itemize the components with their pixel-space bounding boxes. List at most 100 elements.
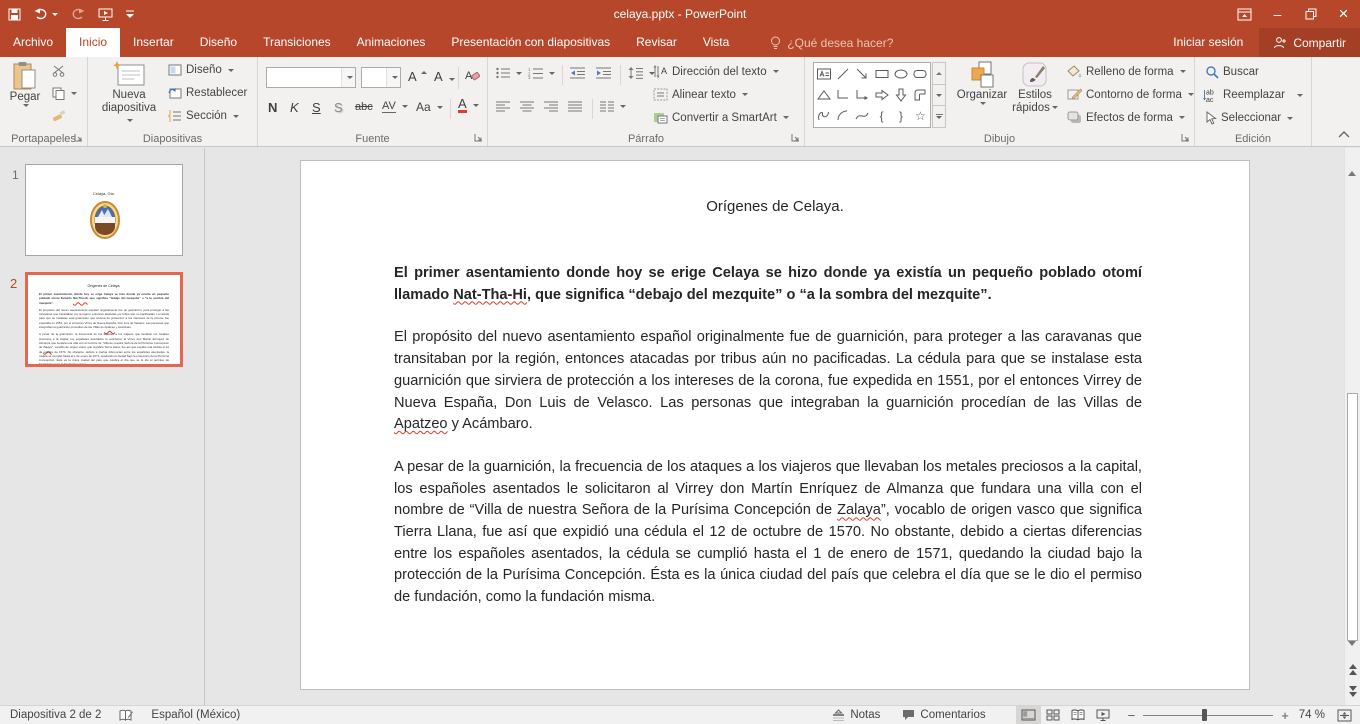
slide-indicator[interactable]: Diapositiva 2 de 2 bbox=[10, 709, 101, 721]
shape-right-brace-icon[interactable]: } bbox=[891, 106, 910, 127]
shape-arrow-icon[interactable] bbox=[853, 63, 872, 84]
shape-elbow-arrow-connector-icon[interactable] bbox=[853, 84, 872, 105]
shape-elbow-connector-icon[interactable] bbox=[833, 84, 852, 105]
justify-button[interactable] bbox=[568, 101, 582, 112]
tab-presentacion[interactable]: Presentación con diapositivas bbox=[438, 28, 623, 57]
convert-smartart-button[interactable]: Convertir a SmartArt bbox=[653, 111, 789, 124]
previous-slide-icon[interactable] bbox=[1349, 664, 1357, 675]
shape-scribble-icon[interactable] bbox=[814, 106, 833, 127]
align-center-button[interactable] bbox=[520, 101, 534, 112]
character-spacing-button[interactable]: AV bbox=[382, 100, 408, 113]
notes-button[interactable]: Notas bbox=[832, 709, 880, 721]
tab-revisar[interactable]: Revisar bbox=[623, 28, 690, 57]
shape-fill-button[interactable]: Relleno de forma bbox=[1067, 65, 1186, 78]
scroll-up-icon[interactable] bbox=[1348, 154, 1357, 172]
select-button[interactable]: Seleccionar bbox=[1205, 111, 1293, 125]
paragraph-dialog-launcher-icon[interactable] bbox=[791, 133, 801, 143]
text-direction-button[interactable]: A Dirección del texto bbox=[653, 65, 779, 78]
increase-indent-button[interactable] bbox=[596, 67, 611, 79]
shape-rectangle-icon[interactable] bbox=[872, 63, 891, 84]
paste-button[interactable]: Pegar bbox=[5, 61, 45, 107]
slide-paragraph[interactable]: El primer asentamiento donde hoy se erig… bbox=[394, 263, 1142, 306]
reset-button[interactable]: Restablecer bbox=[168, 87, 247, 99]
slide1-thumbnail[interactable]: Celaya, Gto. bbox=[25, 164, 183, 256]
clear-formatting-button[interactable]: A bbox=[464, 68, 480, 83]
shape-rounded-rectangle-icon[interactable] bbox=[911, 63, 930, 84]
columns-button[interactable] bbox=[600, 101, 626, 112]
bullets-button[interactable] bbox=[496, 67, 522, 79]
spell-check-icon[interactable] bbox=[119, 709, 133, 722]
bold-button[interactable]: N bbox=[268, 100, 277, 115]
line-spacing-button[interactable] bbox=[628, 67, 655, 79]
scroll-down-icon[interactable] bbox=[1348, 646, 1357, 664]
ribbon-display-options-icon[interactable] bbox=[1228, 0, 1261, 28]
zoom-slider-handle[interactable] bbox=[1202, 709, 1207, 721]
align-left-button[interactable] bbox=[496, 101, 510, 112]
shape-outline-button[interactable]: Contorno de forma bbox=[1067, 88, 1194, 101]
slide-body-text[interactable]: El primer asentamiento donde hoy se erig… bbox=[394, 263, 1142, 609]
find-button[interactable]: Buscar bbox=[1205, 65, 1259, 79]
scrollbar-thumb[interactable] bbox=[1347, 393, 1358, 641]
tab-diseno[interactable]: Diseño bbox=[187, 28, 250, 57]
minimize-button[interactable]: – bbox=[1261, 0, 1294, 28]
replace-button[interactable]: abac Reemplazar bbox=[1203, 88, 1303, 102]
align-text-button[interactable]: Alinear texto bbox=[653, 88, 748, 101]
underline-button[interactable]: S bbox=[312, 100, 321, 115]
shape-effects-button[interactable]: Efectos de forma bbox=[1067, 111, 1185, 124]
zoom-slider[interactable] bbox=[1143, 706, 1273, 724]
font-size-combobox[interactable] bbox=[361, 67, 401, 88]
tab-vista[interactable]: Vista bbox=[690, 28, 742, 57]
layout-button[interactable]: Diseño bbox=[168, 64, 234, 76]
quick-styles-button[interactable]: Estilos rápidos bbox=[1011, 61, 1059, 115]
view-reading-button[interactable] bbox=[1066, 706, 1091, 724]
language-indicator[interactable]: Español (México) bbox=[151, 709, 240, 721]
shape-line-icon[interactable] bbox=[833, 63, 852, 84]
shrink-font-button[interactable]: A bbox=[434, 69, 455, 84]
slide2-thumbnail[interactable]: Orígenes de Celaya. El primer asentamien… bbox=[25, 272, 183, 367]
slide-canvas[interactable]: Orígenes de Celaya. El primer asentamien… bbox=[300, 160, 1250, 690]
change-case-button[interactable]: Aa bbox=[416, 100, 443, 114]
numbering-button[interactable]: 123 bbox=[528, 67, 555, 79]
shapes-scroll-up-icon[interactable] bbox=[932, 62, 946, 85]
view-slide-sorter-button[interactable] bbox=[1041, 706, 1066, 724]
vertical-scrollbar[interactable] bbox=[1344, 148, 1360, 705]
tab-animaciones[interactable]: Animaciones bbox=[344, 28, 439, 57]
shape-corner-icon[interactable] bbox=[911, 84, 930, 105]
tab-insertar[interactable]: Insertar bbox=[120, 28, 187, 57]
zoom-out-button[interactable]: − bbox=[1128, 708, 1136, 723]
drawing-dialog-launcher-icon[interactable] bbox=[1181, 133, 1191, 143]
restore-button[interactable] bbox=[1294, 0, 1327, 28]
collapse-ribbon-icon[interactable] bbox=[1338, 131, 1350, 138]
grow-font-button[interactable]: A bbox=[408, 69, 427, 84]
shape-triangle-icon[interactable] bbox=[814, 84, 833, 105]
shape-curve-icon[interactable] bbox=[853, 106, 872, 127]
new-slide-dropdown-icon[interactable] bbox=[127, 119, 133, 122]
slide-title[interactable]: Orígenes de Celaya. bbox=[301, 198, 1249, 215]
close-button[interactable]: × bbox=[1327, 0, 1360, 28]
arrange-dropdown-icon[interactable] bbox=[980, 102, 986, 105]
shape-star-icon[interactable]: ☆ bbox=[911, 106, 930, 127]
share-button[interactable]: Compartir bbox=[1259, 28, 1360, 57]
text-shadow-button[interactable]: S bbox=[334, 100, 343, 115]
sign-in-button[interactable]: Iniciar sesión bbox=[1157, 28, 1259, 57]
shapes-gallery[interactable]: { } ☆ bbox=[813, 62, 931, 128]
font-color-button[interactable]: A bbox=[458, 98, 479, 113]
font-name-combobox[interactable] bbox=[266, 67, 356, 88]
font-dialog-launcher-icon[interactable] bbox=[474, 133, 484, 143]
copy-button[interactable] bbox=[52, 87, 77, 100]
tab-archivo[interactable]: Archivo bbox=[0, 28, 66, 57]
paste-dropdown-icon[interactable] bbox=[23, 104, 29, 107]
shape-arc-icon[interactable] bbox=[833, 106, 852, 127]
arrange-button[interactable]: Organizar bbox=[953, 61, 1011, 105]
clipboard-dialog-launcher-icon[interactable] bbox=[74, 133, 84, 143]
tab-transiciones[interactable]: Transiciones bbox=[250, 28, 344, 57]
new-slide-button[interactable]: Nueva diapositiva bbox=[98, 61, 160, 128]
align-right-button[interactable] bbox=[544, 101, 558, 112]
shape-right-arrow-icon[interactable] bbox=[872, 84, 891, 105]
decrease-indent-button[interactable] bbox=[570, 67, 585, 79]
zoom-in-button[interactable]: + bbox=[1281, 708, 1289, 723]
shapes-scroll-down-icon[interactable] bbox=[932, 85, 946, 107]
tab-inicio[interactable]: Inicio bbox=[66, 28, 120, 57]
comments-button[interactable]: Comentarios bbox=[902, 709, 985, 721]
tell-me-box[interactable]: ¿Qué desea hacer? bbox=[770, 28, 893, 57]
